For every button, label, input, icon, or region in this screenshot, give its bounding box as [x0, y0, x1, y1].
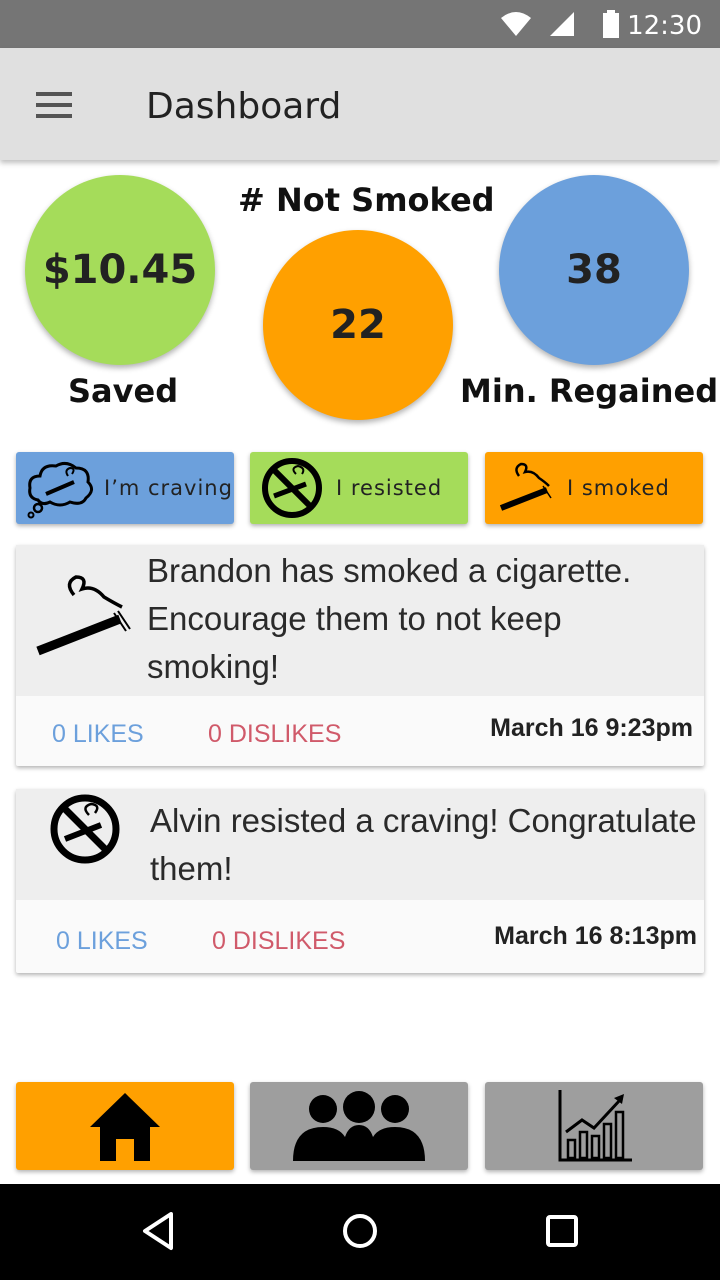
saved-value: $10.45 — [42, 247, 198, 293]
smoked-button[interactable]: I smoked — [485, 452, 703, 524]
clock: 12:30 — [627, 11, 702, 41]
cigarette-icon — [499, 462, 552, 511]
not-smoked-label: # Not Smoked — [238, 181, 495, 219]
feed-card: Alvin resisted a craving! Congratulate t… — [16, 789, 704, 973]
craving-label: I’m craving — [104, 476, 233, 500]
cigarette-icon — [36, 575, 131, 656]
menu-icon[interactable] — [36, 92, 76, 118]
saved-circle: $10.45 — [25, 175, 215, 365]
no-smoking-icon — [50, 794, 120, 864]
group-icon — [293, 1091, 425, 1161]
not-smoked-value: 22 — [330, 302, 386, 348]
saved-label: Saved — [68, 372, 179, 410]
tab-home[interactable] — [16, 1082, 234, 1170]
recents-icon[interactable] — [537, 1206, 587, 1256]
feed-card-body: Brandon has smoked a cigarette. Encourag… — [16, 545, 704, 696]
resisted-label: I resisted — [336, 476, 443, 500]
regained-value: 38 — [566, 247, 622, 293]
regained-label: Min. Regained — [460, 372, 719, 410]
resisted-button[interactable]: I resisted — [250, 452, 468, 524]
feed-card: Brandon has smoked a cigarette. Encourag… — [16, 545, 704, 766]
battery-icon — [603, 10, 619, 38]
app-bar: Dashboard — [0, 48, 720, 160]
regained-circle: 38 — [499, 175, 689, 365]
page-title: Dashboard — [146, 86, 342, 127]
tab-stats[interactable] — [485, 1082, 703, 1170]
back-icon[interactable] — [135, 1206, 185, 1256]
feed-timestamp: March 16 9:23pm — [490, 714, 693, 742]
home-icon — [90, 1093, 160, 1161]
like-button[interactable]: 0 LIKES — [52, 720, 144, 749]
tab-community[interactable] — [250, 1082, 468, 1170]
no-smoking-icon — [262, 458, 322, 518]
craving-cloud-icon — [27, 461, 93, 519]
dislike-button[interactable]: 0 DISLIKES — [212, 927, 345, 956]
craving-button[interactable]: I’m craving — [16, 452, 234, 524]
status-bar: 12:30 — [0, 0, 720, 48]
feed-card-footer: 0 LIKES 0 DISLIKES March 16 8:13pm — [16, 900, 704, 973]
feed-timestamp: March 16 8:13pm — [494, 922, 697, 950]
smoked-label: I smoked — [567, 476, 670, 500]
signal-icon — [550, 12, 574, 36]
chart-icon — [558, 1090, 632, 1162]
navigation-bar — [0, 1184, 720, 1280]
like-button[interactable]: 0 LIKES — [56, 927, 148, 956]
feed-card-footer: 0 LIKES 0 DISLIKES March 16 9:23pm — [16, 696, 704, 766]
dislike-button[interactable]: 0 DISLIKES — [208, 720, 341, 749]
feed-message: Brandon has smoked a cigarette. Encourag… — [147, 552, 632, 685]
not-smoked-circle: 22 — [263, 230, 453, 420]
feed-card-body: Alvin resisted a craving! Congratulate t… — [16, 789, 704, 900]
feed-message: Alvin resisted a craving! Congratulate t… — [150, 802, 697, 887]
wifi-icon — [501, 12, 531, 36]
home-nav-icon[interactable] — [335, 1206, 385, 1256]
